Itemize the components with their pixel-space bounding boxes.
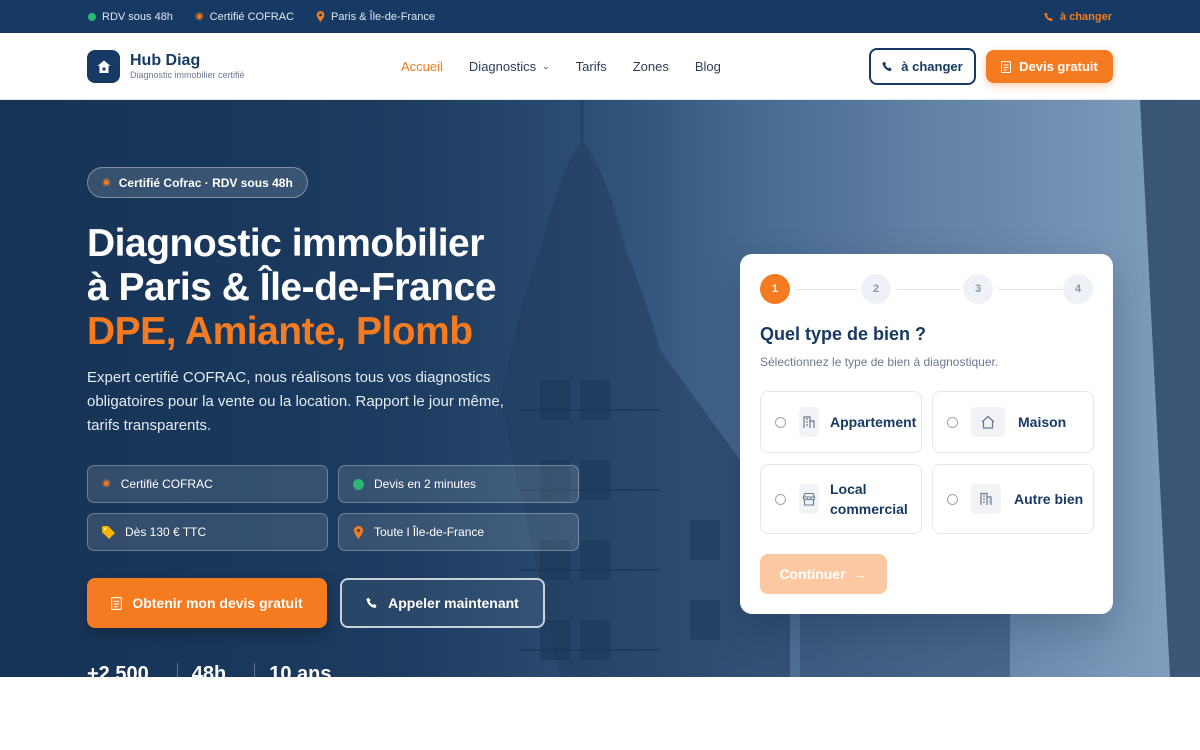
get-quote-button[interactable]: Obtenir mon devis gratuit (87, 578, 327, 628)
option-maison[interactable]: Maison (932, 391, 1094, 453)
award-icon: ◉ (102, 478, 111, 489)
brand-name: Hub Diag (130, 51, 201, 69)
chevron-down-icon: ⌄ (542, 61, 550, 71)
document-icon (1001, 60, 1012, 73)
option-appartement[interactable]: Appartement (760, 391, 922, 453)
stat-clients: +2 500 (87, 663, 178, 677)
hero-title: Diagnostic immobilier à Paris & Île-de-F… (87, 222, 497, 353)
phone-icon (366, 597, 377, 608)
feature-price: Dès 130 € TTC (87, 513, 328, 551)
map-pin-icon (316, 11, 325, 22)
option-local-commercial[interactable]: Local commercial (760, 464, 922, 534)
arrow-right-icon: → (853, 566, 868, 582)
feature-zone: Toute l Île-de-France (338, 513, 579, 551)
nav-item-tarifs[interactable]: Tarifs (576, 59, 607, 74)
feature-cofrac: ◉ Certifié COFRAC (87, 465, 328, 503)
tag-icon (102, 525, 115, 539)
radio-button[interactable] (775, 493, 786, 505)
main-nav: Hub Diag Diagnostic immobilier certifié … (0, 33, 1200, 100)
quote-form-card: 1 2 3 4 Quel type de bien ? Sélectionnez… (740, 254, 1113, 614)
house-icon (971, 407, 1005, 437)
step-connector (796, 289, 859, 290)
check-circle-icon (88, 12, 96, 21)
stat-experience: 10 ans (269, 663, 332, 677)
document-icon (111, 596, 123, 610)
radio-button[interactable] (947, 493, 958, 505)
stat-delay: 48h (192, 663, 256, 677)
map-pin-icon (353, 525, 364, 539)
phone-icon (1044, 12, 1053, 21)
hero-lead: Expert certifié COFRAC, nous réalisons t… (87, 369, 504, 434)
hero-section: ◉ Certifié Cofrac · RDV sous 48h Diagnos… (0, 100, 1200, 677)
nav-quote-button[interactable]: Devis gratuit (986, 50, 1113, 83)
step-connector (999, 289, 1063, 290)
nav-menu: Accueil Diagnostics ⌄ Tarifs Zones Blog (401, 33, 747, 100)
topbar-item-cofrac: ◉ Certifié COFRAC (194, 10, 295, 23)
radio-button[interactable] (947, 416, 958, 428)
nav-item-blog[interactable]: Blog (695, 59, 721, 74)
step-4: 4 (1063, 274, 1093, 304)
topbar-phone-link[interactable]: à changer (1044, 0, 1112, 33)
form-subtitle: Sélectionnez le type de bien à diagnosti… (760, 355, 999, 369)
award-icon: ◉ (194, 10, 204, 22)
radio-button[interactable] (775, 416, 786, 428)
office-icon (971, 484, 1001, 514)
topbar-item-zone: Paris & Île-de-France (316, 11, 435, 23)
form-stepper: 1 2 3 4 (760, 274, 1093, 304)
clock-icon (353, 478, 364, 490)
top-bar: RDV sous 48h ◉ Certifié COFRAC Paris & Î… (0, 0, 1200, 33)
nav-item-zones[interactable]: Zones (633, 59, 669, 74)
step-2: 2 (861, 274, 891, 304)
step-3: 3 (963, 274, 993, 304)
home-logo-icon (87, 50, 120, 83)
nav-item-accueil[interactable]: Accueil (401, 59, 443, 74)
step-connector (897, 289, 961, 290)
shop-icon (799, 484, 819, 514)
phone-icon (882, 61, 892, 72)
option-autre-bien[interactable]: Autre bien (932, 464, 1094, 534)
feature-quote-time: Devis en 2 minutes (338, 465, 579, 503)
hero-stats: +2 500 48h 10 ans (87, 663, 373, 677)
form-title: Quel type de bien ? (760, 324, 927, 344)
brand-logo[interactable]: Hub Diag Diagnostic immobilier certifié (87, 50, 245, 83)
call-now-button[interactable]: Appeler maintenant (340, 578, 545, 628)
hero-badge: ◉ Certifié Cofrac · RDV sous 48h (87, 167, 308, 198)
building-icon (799, 407, 819, 437)
continue-button[interactable]: Continuer → (760, 554, 887, 594)
nav-phone-button[interactable]: à changer (869, 48, 976, 85)
brand-tagline: Diagnostic immobilier certifié (130, 69, 245, 80)
step-1: 1 (760, 274, 790, 304)
award-icon: ◉ (102, 176, 111, 188)
topbar-item-rdv: RDV sous 48h (88, 11, 173, 23)
nav-item-diagnostics[interactable]: Diagnostics ⌄ (469, 59, 550, 74)
